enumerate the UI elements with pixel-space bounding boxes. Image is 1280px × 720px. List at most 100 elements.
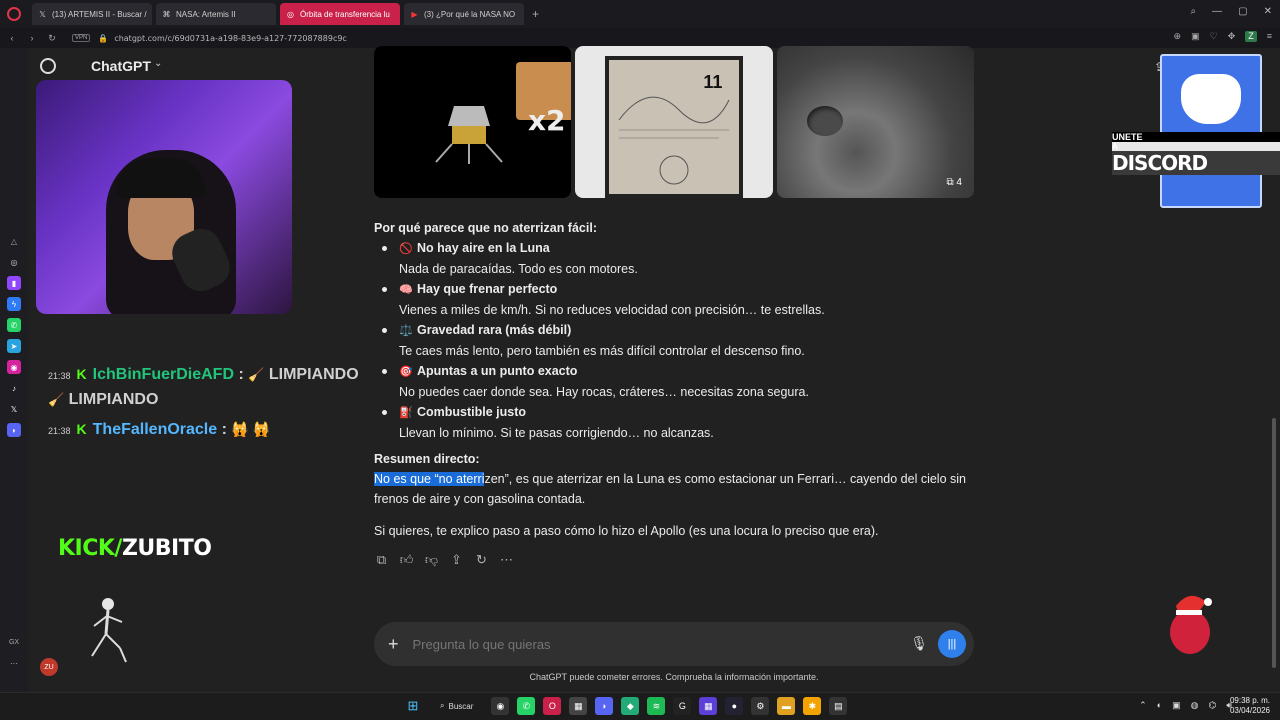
settings-icon[interactable]: ⚙ bbox=[751, 697, 770, 715]
taskbar-clock[interactable]: 09:38 p. m. 03/04/2026 bbox=[1230, 696, 1270, 716]
image-trajectory-diagram[interactable]: 11 bbox=[575, 46, 773, 198]
share-icon[interactable]: ⇪ bbox=[449, 552, 464, 568]
chevron-up-icon[interactable]: ⌃ bbox=[1139, 700, 1147, 711]
prompt-input[interactable] bbox=[412, 636, 883, 652]
streamer-cap bbox=[116, 158, 206, 198]
emote-icon: 🧹 bbox=[48, 392, 65, 407]
tray-app-icon[interactable]: ◍ bbox=[1191, 700, 1199, 711]
thumbs-down-icon[interactable]: 👎︎ bbox=[424, 552, 439, 568]
opera-gx-icon[interactable] bbox=[0, 0, 28, 28]
file-explorer-icon[interactable]: ▬ bbox=[777, 697, 796, 715]
dancing-skeleton-image bbox=[91, 598, 127, 663]
spotify-icon[interactable]: ≋ bbox=[647, 697, 666, 715]
forward-icon[interactable]: › bbox=[24, 33, 40, 43]
opera-taskbar-icon[interactable]: O bbox=[543, 697, 562, 715]
list-item: 🎯 Apuntas a un punto exacto No puedes caer… bbox=[382, 361, 974, 402]
tab-nasa-artemis[interactable]: ⌘ NASA: Artemis II bbox=[156, 3, 276, 25]
profile-badge[interactable]: Z bbox=[1245, 31, 1257, 42]
more-icon[interactable]: ⋯ bbox=[7, 656, 21, 670]
kick-channel-logo: KICK/ZUBITO bbox=[58, 536, 212, 561]
chat-username: TheFallenOracle bbox=[92, 421, 218, 438]
extensions-icon[interactable]: ✥ bbox=[1228, 31, 1236, 42]
instagram-icon[interactable]: ◉ bbox=[7, 360, 21, 374]
sticky-icon[interactable]: ✱ bbox=[803, 697, 822, 715]
scale-icon: ⚖️ bbox=[399, 325, 413, 337]
app-grid-icon[interactable]: ▦ bbox=[699, 697, 718, 715]
gallery-icon: ⧉ bbox=[946, 177, 954, 188]
new-tab-button[interactable]: + bbox=[532, 7, 539, 21]
pinboard-icon[interactable]: △ bbox=[7, 234, 21, 248]
discord-sidebar-icon[interactable]: ◗ bbox=[7, 423, 21, 437]
selected-text[interactable]: No es que “no aterri bbox=[374, 472, 485, 486]
system-tray: ⌃ ◐ ▣ ◍ ⌬ 🔊︎ bbox=[1139, 700, 1232, 711]
bookmark-icon[interactable]: ♡ bbox=[1210, 31, 1218, 42]
gx-icon[interactable]: GX bbox=[7, 635, 21, 649]
more-images-badge[interactable]: ⧉ 4 bbox=[947, 177, 962, 188]
taskbar-search[interactable]: ⌕ Buscar bbox=[430, 701, 483, 711]
browser-sidebar: △ ◎ ▮ ϟ ✆ ➤ ◉ ♪ 𝕏 ◗ GX ⋯ bbox=[0, 48, 28, 692]
terminal-icon[interactable]: ▤ bbox=[829, 697, 848, 715]
tab-chatgpt[interactable]: ◎ Órbita de transferencia lu bbox=[280, 3, 400, 25]
calendar-icon[interactable]: ▦ bbox=[569, 697, 588, 715]
trajectory-paper bbox=[605, 56, 744, 198]
maximize-icon[interactable]: ▢ bbox=[1238, 6, 1247, 17]
minimize-icon[interactable]: — bbox=[1212, 6, 1222, 17]
image-lunar-module[interactable]: x2 bbox=[374, 46, 572, 198]
tray-app-icon[interactable]: ◐ bbox=[1157, 700, 1162, 711]
add-attachment-button[interactable]: + bbox=[388, 634, 399, 655]
thumbs-up-icon[interactable]: 👍︎ bbox=[399, 552, 414, 568]
snapshot-icon[interactable]: ▣ bbox=[1191, 31, 1200, 42]
waveform-icon: ||| bbox=[947, 638, 957, 650]
regenerate-icon[interactable]: ↻ bbox=[474, 552, 489, 568]
chatgpt-sidebar-icon[interactable]: ◎ bbox=[7, 255, 21, 269]
tiktok-icon[interactable]: ♪ bbox=[7, 381, 21, 395]
whatsapp-icon[interactable]: ✆ bbox=[7, 318, 21, 332]
browser-tabbar: 𝕏 (13) ARTEMIS II - Buscar / ⌘ NASA: Art… bbox=[0, 0, 1280, 28]
menu-icon[interactable]: ≡ bbox=[1267, 31, 1272, 42]
telegram-icon[interactable]: ➤ bbox=[7, 339, 21, 353]
messenger-icon[interactable]: ϟ bbox=[7, 297, 21, 311]
image-moon-surface[interactable]: ⧉ 4 bbox=[776, 46, 974, 198]
network-icon[interactable]: ⌬ bbox=[1208, 700, 1216, 711]
tray-app-icon[interactable]: ▣ bbox=[1172, 700, 1181, 711]
voice-mode-button[interactable]: ||| bbox=[938, 630, 966, 658]
streamer-webcam bbox=[36, 80, 292, 314]
back-icon[interactable]: ‹ bbox=[4, 33, 20, 43]
chatgpt-main: ChatGPT ⌄ 21:38 K IchBinFuerDieAFD : 🧹 LIM… bbox=[28, 46, 1280, 692]
reload-icon[interactable]: ↻ bbox=[44, 33, 60, 44]
chat-message: 21:38 K IchBinFuerDieAFD : 🧹 LIMPIANDO bbox=[48, 366, 359, 383]
discord-taskbar-icon[interactable]: ◗ bbox=[595, 697, 614, 715]
image-results: x2 11 ⧉ 4 bbox=[374, 46, 974, 198]
steam-icon[interactable]: ◉ bbox=[491, 697, 510, 715]
model-selector[interactable]: ChatGPT bbox=[91, 58, 151, 74]
summary-title: Resumen directo: bbox=[374, 452, 480, 466]
prohibited-icon: 🚫 bbox=[399, 243, 413, 255]
close-icon[interactable]: ✕ bbox=[1264, 6, 1272, 17]
microphone-icon[interactable]: 🎙︎ bbox=[910, 635, 928, 652]
chat-username: IchBinFuerDieAFD bbox=[92, 366, 234, 383]
avatar[interactable]: ZU bbox=[40, 658, 58, 676]
message-composer: + 🎙︎ ||| bbox=[374, 622, 974, 666]
copy-icon[interactable]: ⧉ bbox=[374, 552, 389, 568]
more-options-icon[interactable]: ⋯ bbox=[499, 552, 514, 568]
tab-youtube[interactable]: ▶ (3) ¿Por qué la NASA NO bbox=[404, 3, 524, 25]
windows-start-icon[interactable]: ⊞ bbox=[404, 697, 422, 715]
emote-icon: 🧹 bbox=[248, 367, 265, 382]
x-sidebar-icon[interactable]: 𝕏 bbox=[7, 402, 21, 416]
chevron-down-icon[interactable]: ⌄ bbox=[154, 58, 162, 69]
search-icon: ⌕ bbox=[440, 701, 445, 710]
twitch-icon[interactable]: ▮ bbox=[7, 276, 21, 290]
lock-icon: 🔒 bbox=[98, 33, 109, 43]
url-field[interactable]: chatgpt.com/c/69d0731a-a198-83e9-a127-77… bbox=[114, 34, 347, 43]
obs-icon[interactable]: ● bbox=[725, 697, 744, 715]
search-icon[interactable]: ⌕ bbox=[1191, 6, 1197, 17]
scrollbar[interactable] bbox=[1272, 418, 1276, 668]
vpn-badge[interactable]: VPN bbox=[72, 34, 91, 42]
epic-icon[interactable]: G bbox=[673, 697, 692, 715]
chatgpt-logo-icon[interactable] bbox=[40, 58, 56, 74]
whatsapp-taskbar-icon[interactable]: ✆ bbox=[517, 697, 536, 715]
lunar-module-illustration bbox=[435, 106, 503, 164]
zoom-icon[interactable]: ⊕ bbox=[1174, 31, 1182, 42]
tab-artemis-search[interactable]: 𝕏 (13) ARTEMIS II - Buscar / bbox=[32, 3, 152, 25]
maps-icon[interactable]: ◆ bbox=[621, 697, 640, 715]
